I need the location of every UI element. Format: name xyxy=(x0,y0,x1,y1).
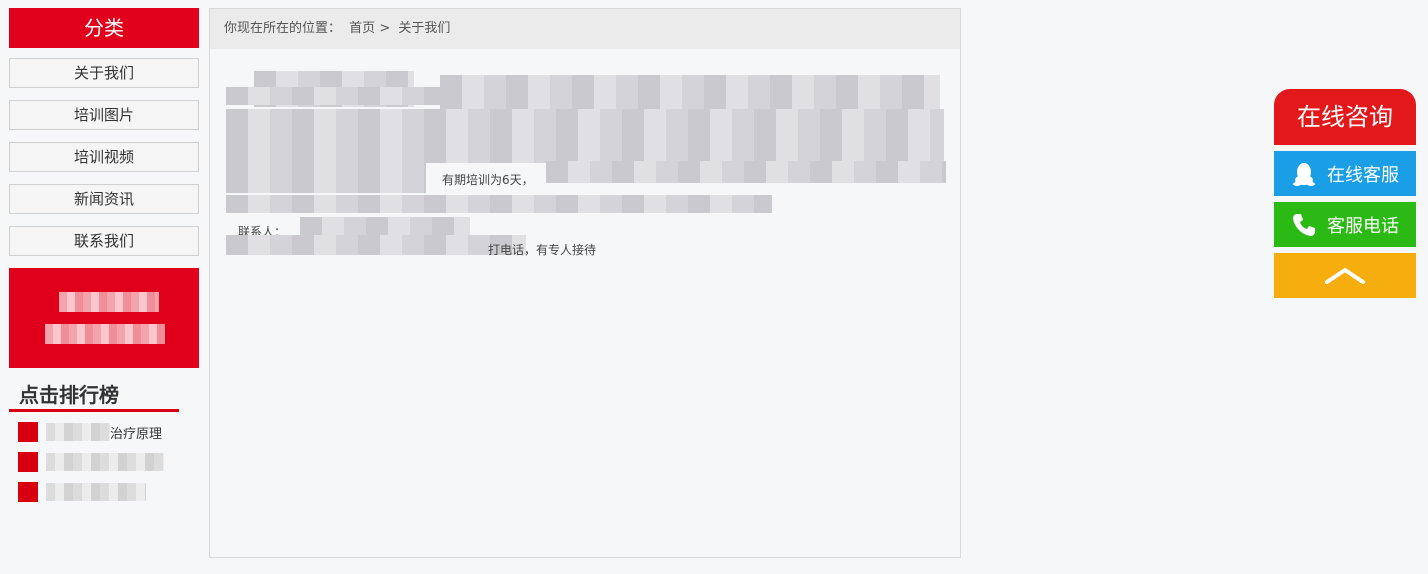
breadcrumb: 你现在所在的位置： 首页 > 关于我们 xyxy=(210,9,960,49)
rank-item[interactable] xyxy=(9,452,199,472)
rank-bullet xyxy=(18,452,38,472)
content-fragment-training: 有期培训为6天， xyxy=(442,173,534,187)
redacted-block xyxy=(546,161,946,183)
sidebar: 分类 关于我们 培训图片 培训视频 新闻资讯 联系我们 点击排行榜 治疗原理 xyxy=(9,8,199,512)
online-service-label: 在线客服 xyxy=(1327,164,1399,186)
contact-banner xyxy=(9,268,199,368)
redacted-block xyxy=(226,195,772,213)
category-item-about[interactable]: 关于我们 xyxy=(9,58,199,88)
category-item-training-videos[interactable]: 培训视频 xyxy=(9,142,199,172)
consult-title: 在线咨询 xyxy=(1274,89,1416,145)
chevron-up-icon xyxy=(1325,267,1365,284)
redacted-block xyxy=(226,109,944,163)
back-to-top-button[interactable] xyxy=(1274,253,1416,298)
breadcrumb-home-link[interactable]: 首页 xyxy=(349,21,375,36)
rank-item-label: 治疗原理 xyxy=(110,426,163,442)
category-item-contact[interactable]: 联系我们 xyxy=(9,226,199,256)
redacted-block xyxy=(226,235,526,255)
redacted-text xyxy=(46,423,110,441)
main-panel: 你现在所在的位置： 首页 > 关于我们 有期培训为6天， 联系人： 打电话，有专… xyxy=(209,8,961,558)
redacted-block xyxy=(300,217,470,235)
rank-item[interactable]: 治疗原理 xyxy=(9,422,199,442)
category-item-training-photos[interactable]: 培训图片 xyxy=(9,100,199,130)
breadcrumb-current: 关于我们 xyxy=(398,21,451,36)
rank-bullet xyxy=(18,482,38,502)
rank-bullet xyxy=(18,422,38,442)
online-consult-widget: 在线咨询 在线客服 客服电话 xyxy=(1274,89,1416,298)
category-item-news[interactable]: 新闻资讯 xyxy=(9,184,199,214)
contact-banner-line-2 xyxy=(45,324,165,344)
rank-list: 治疗原理 xyxy=(9,422,199,502)
redacted-text xyxy=(45,324,165,344)
breadcrumb-separator: > xyxy=(379,21,391,36)
redacted-block xyxy=(226,163,426,193)
contact-banner-line-1 xyxy=(59,292,159,312)
qq-penguin-icon xyxy=(1293,162,1315,186)
rank-item[interactable] xyxy=(9,482,199,502)
phone-icon xyxy=(1293,213,1315,236)
redacted-text xyxy=(59,292,159,312)
redacted-text xyxy=(46,483,146,501)
category-title: 分类 xyxy=(9,8,199,48)
online-service-button[interactable]: 在线客服 xyxy=(1274,151,1416,196)
service-phone-button[interactable]: 客服电话 xyxy=(1274,202,1416,247)
redacted-text xyxy=(46,453,164,471)
service-phone-label: 客服电话 xyxy=(1327,215,1399,237)
content-fragment-last: 打电话，有专人接待 xyxy=(488,243,597,257)
category-list: 关于我们 培训图片 培训视频 新闻资讯 联系我们 xyxy=(9,58,199,256)
breadcrumb-prefix: 你现在所在的位置： xyxy=(224,21,342,36)
rank-title: 点击排行榜 xyxy=(9,382,179,412)
